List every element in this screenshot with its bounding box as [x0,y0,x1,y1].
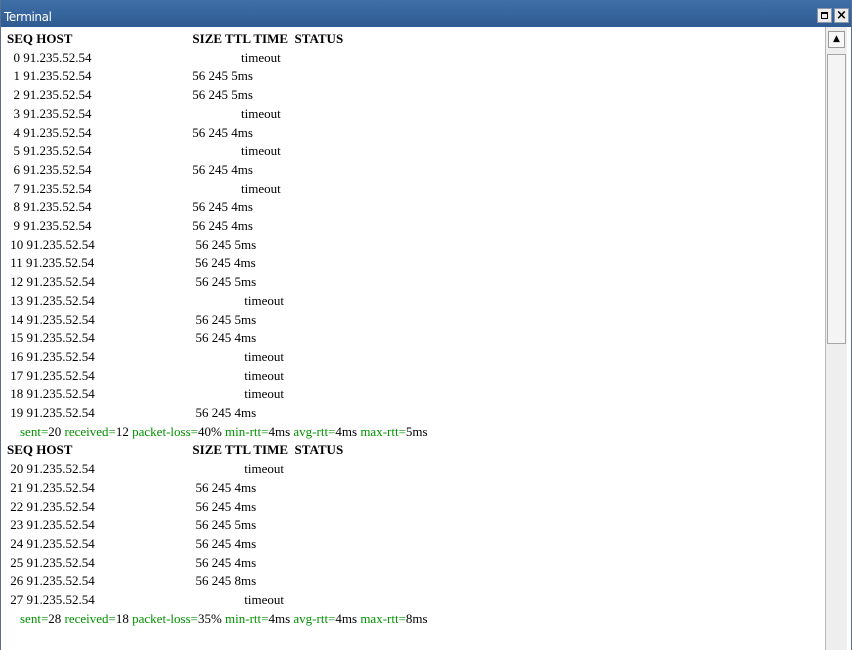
ping-result-line: 24 91.235.52.54 56 245 4ms [7,535,257,551]
scroll-up-button[interactable]: ▲ [828,31,845,48]
ping-result-line: 25 91.235.52.54 56 245 4ms [7,554,257,570]
ping-summary-line: sent=28 received=18 packet-loss=35% min-… [7,610,428,628]
ping-result-line: 9 91.235.52.54 56 245 4ms [7,218,253,233]
ping-result-line: 1 91.235.52.54 56 245 5ms [7,68,253,84]
ping-result-line: 2 91.235.52.54 56 245 5ms [7,87,253,103]
summary-value: 12 [115,423,129,439]
summary-key: avg-rtt= [290,610,336,626]
summary-value: 18 [115,610,129,626]
summary-value: 4ms [335,610,358,626]
summary-key: received= [61,610,116,626]
ping-result-line: 18 91.235.52.54 timeout [7,386,284,402]
summary-key: min-rtt= [221,610,269,626]
ping-result-line: 12 91.235.52.54 56 245 5ms [7,274,257,290]
column-header: SEQ HOST SIZE TTL TIME STATUS [7,31,344,46]
ping-result-line: 26 91.235.52.54 56 245 8ms [7,573,257,589]
summary-value: 28 [48,610,62,626]
summary-value: 4ms [335,423,358,439]
summary-value: 20 [48,423,62,439]
summary-key: received= [61,423,116,439]
ping-result-line: 0 91.235.52.54 timeout [7,49,281,65]
summary-key: avg-rtt= [290,423,336,439]
ping-result-line: 27 91.235.52.54 timeout [7,592,284,607]
ping-result-line: 21 91.235.52.54 56 245 4ms [7,479,257,495]
arrow-up-icon: ▲ [833,34,840,44]
close-button[interactable]: × [834,8,849,23]
summary-key: min-rtt= [221,423,269,439]
maximize-icon [821,12,828,19]
ping-result-line: 11 91.235.52.54 56 245 4ms [7,255,256,271]
summary-key: sent= [7,610,49,626]
ping-result-line: 14 91.235.52.54 56 245 5ms [7,311,257,327]
ping-result-line: 23 91.235.52.54 56 245 5ms [7,517,257,533]
column-header: SEQ HOST SIZE TTL TIME STATUS [7,442,344,458]
summary-value: 35% [197,610,222,626]
ping-result-line: 16 91.235.52.54 timeout [7,348,284,364]
ping-summary-line: sent=20 received=12 packet-loss=40% min-… [7,423,428,441]
ping-result-line: 15 91.235.52.54 56 245 4ms [7,330,257,346]
summary-key: packet-loss= [128,610,198,626]
summary-key: packet-loss= [128,423,198,439]
ping-result-line: 13 91.235.52.54 timeout [7,292,284,308]
summary-key: max-rtt= [357,610,406,626]
ping-result-line: 19 91.235.52.54 56 245 4ms [7,405,257,420]
summary-value: 8ms [405,610,428,626]
ping-result-line: 7 91.235.52.54 timeout [7,180,281,196]
ping-result-line: 4 91.235.52.54 56 245 4ms [7,124,253,140]
ping-result-line: 6 91.235.52.54 56 245 4ms [7,161,253,177]
vertical-scrollbar[interactable]: ▲ [825,27,847,650]
close-icon: × [836,8,847,23]
ping-result-line: 8 91.235.52.54 56 245 4ms [7,199,253,215]
ping-result-line: 3 91.235.52.54 timeout [7,105,281,121]
summary-value: 4ms [268,610,291,626]
summary-key: max-rtt= [357,423,406,439]
terminal-output[interactable]: SEQ HOST SIZE TTL TIME STATUS 0 91.235.5… [1,27,823,650]
ping-result-line: 17 91.235.52.54 timeout [7,367,284,383]
summary-value: 4ms [268,423,291,439]
summary-key: sent= [7,423,49,439]
scroll-thumb[interactable] [827,54,846,344]
maximize-button[interactable] [817,8,832,23]
summary-value: 40% [197,423,222,439]
summary-value: 5ms [405,423,428,439]
ping-result-line: 5 91.235.52.54 timeout [7,143,281,159]
ping-result-line: 22 91.235.52.54 56 245 4ms [7,498,257,514]
ping-result-line: 20 91.235.52.54 timeout [7,461,284,477]
window-title: Terminal [4,10,52,24]
terminal-window: Terminal × SEQ HOST SIZE TTL TIME STATUS… [0,0,852,650]
title-bar[interactable]: Terminal × [1,0,851,27]
ping-result-line: 10 91.235.52.54 56 245 5ms [7,236,257,252]
